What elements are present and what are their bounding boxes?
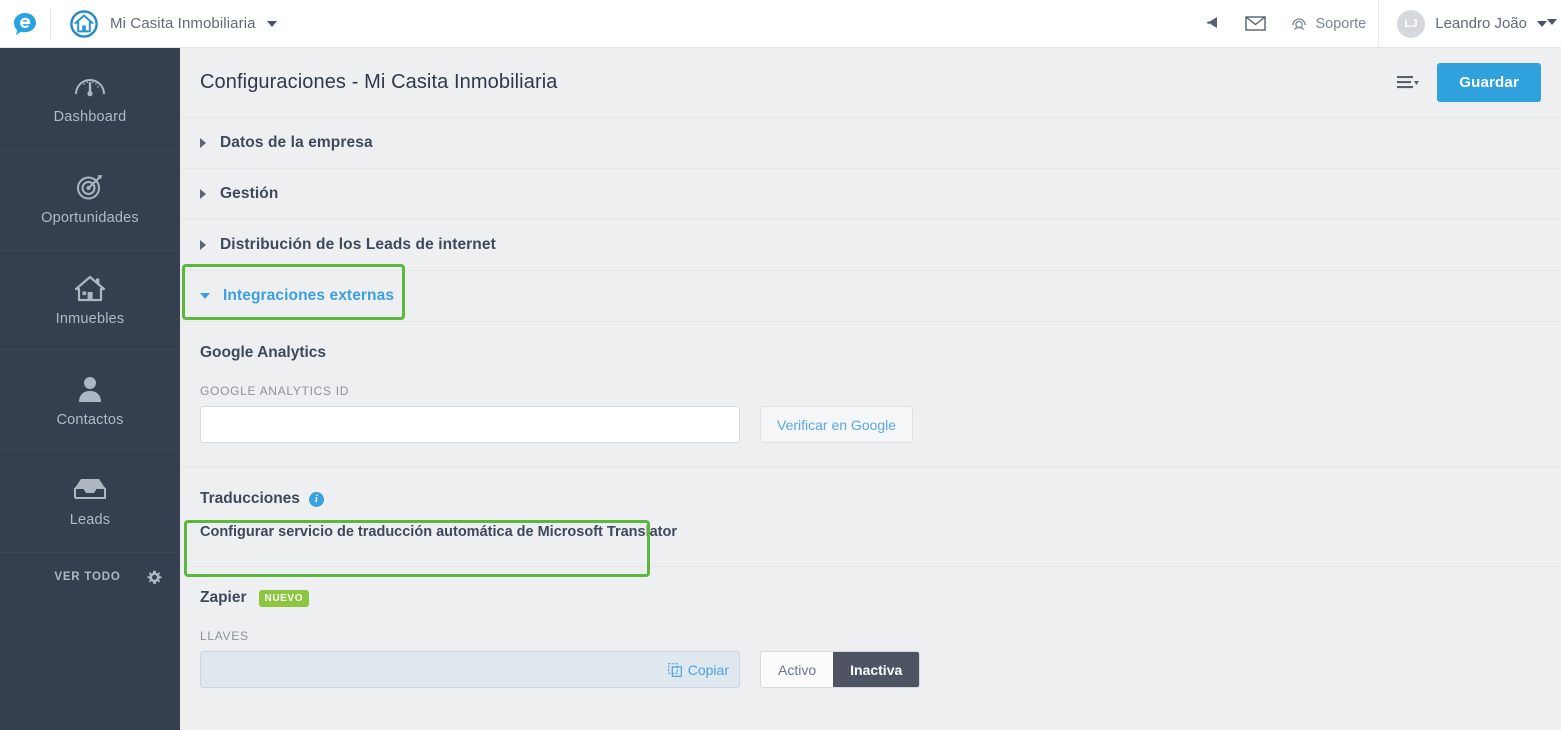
accordion-distribucion-leads[interactable]: Distribución de los Leads de internet: [180, 219, 1561, 270]
bell-icon: [1207, 17, 1218, 28]
app-logo[interactable]: [0, 11, 50, 37]
zapier-key-input[interactable]: Copiar: [200, 651, 740, 688]
accordion-datos-de-la-empresa[interactable]: Datos de la empresa: [180, 117, 1561, 168]
account-name: Mi Casita Inmobiliaria: [110, 15, 256, 32]
traducciones-section: Traducciones i Configurar servicio de tr…: [180, 467, 1561, 566]
zapier-title-text: Zapier: [200, 589, 247, 606]
sidebar-item-oportunidades[interactable]: Oportunidades: [0, 149, 180, 250]
verify-google-button[interactable]: Verificar en Google: [760, 406, 914, 443]
accordion-label: Gestión: [220, 185, 279, 202]
google-analytics-id-label: GOOGLE ANALYTICS ID: [200, 384, 350, 398]
page-header: Configuraciones - Mi Casita Inmobiliaria…: [180, 48, 1561, 117]
speech-bubble-e-logo-icon: [14, 12, 36, 35]
house-icon: [74, 275, 106, 302]
sidebar-item-label: Dashboard: [53, 109, 127, 125]
inbox-tray-icon: [74, 479, 106, 499]
accordion-integraciones-externas[interactable]: Integraciones externas: [180, 270, 1561, 321]
llaves-label: LLAVES: [200, 629, 249, 643]
accordion-label: Integraciones externas: [223, 287, 395, 304]
copy-button[interactable]: Copiar: [667, 661, 729, 678]
chevron-down-icon: [200, 293, 210, 299]
notifications-button[interactable]: [1192, 0, 1233, 48]
accordion-label: Datos de la empresa: [220, 134, 373, 151]
account-switcher[interactable]: Mi Casita Inmobiliaria: [51, 9, 277, 39]
envelope-icon: [1245, 16, 1267, 31]
main-content: Configuraciones - Mi Casita Inmobiliaria…: [180, 48, 1561, 730]
edge-caret-icon[interactable]: [1547, 19, 1557, 25]
topbar-right-actions: Soporte LJ Leandro João: [1192, 0, 1561, 48]
support-button[interactable]: Soporte: [1278, 0, 1378, 48]
caret-down-icon[interactable]: [266, 20, 277, 27]
headset-icon: [1292, 17, 1307, 30]
user-menu[interactable]: LJ Leandro João: [1378, 0, 1561, 48]
house-in-circle-logo-icon: [70, 9, 98, 38]
list-menu-icon[interactable]: [1397, 75, 1420, 90]
sidebar-footer: VER TODO: [0, 553, 180, 601]
chevron-right-icon: [200, 138, 206, 148]
accordion-gestion[interactable]: Gestión: [180, 168, 1561, 219]
zapier-title: Zapier NUEVO: [200, 567, 1541, 607]
sidebar: Dashboard Oportunidades Inmuebles Contac…: [0, 48, 180, 730]
accordion-label: Distribución de los Leads de internet: [220, 236, 496, 253]
page-header-actions: Guardar: [1397, 63, 1541, 102]
zapier-field-row: Copiar Activo Inactiva: [200, 651, 1541, 688]
sidebar-item-label: Leads: [69, 512, 111, 528]
info-icon[interactable]: i: [308, 491, 324, 507]
user-name: Leandro João: [1435, 15, 1527, 32]
sidebar-item-label: Oportunidades: [41, 210, 139, 226]
sidebar-item-contactos[interactable]: Contactos: [0, 351, 180, 452]
sidebar-item-dashboard[interactable]: Dashboard: [0, 48, 180, 149]
chevron-right-icon: [200, 189, 206, 199]
integraciones-externas-panel: Google Analytics GOOGLE ANALYTICS ID Ver…: [180, 321, 1561, 712]
list-menu-glyph: [1397, 76, 1420, 89]
page-title: Configuraciones - Mi Casita Inmobiliaria: [200, 71, 558, 93]
configure-translator-link[interactable]: Configurar servicio de traducción automá…: [200, 524, 1541, 540]
sidebar-item-label: Inmuebles: [55, 311, 125, 327]
save-button[interactable]: Guardar: [1437, 63, 1541, 102]
google-analytics-title: Google Analytics: [200, 344, 327, 361]
avatar: LJ: [1397, 9, 1426, 38]
sidebar-item-leads[interactable]: Leads: [0, 452, 180, 553]
google-analytics-field-row: Verificar en Google: [200, 406, 1541, 443]
google-analytics-id-input[interactable]: [200, 406, 740, 443]
toggle-option-activo[interactable]: Activo: [761, 652, 834, 687]
messages-button[interactable]: [1233, 0, 1278, 48]
traducciones-title-text: Traducciones: [200, 490, 300, 507]
zapier-status-toggle[interactable]: Activo Inactiva: [760, 651, 921, 688]
copy-icon: [667, 662, 682, 677]
caret-down-icon[interactable]: [1537, 20, 1547, 27]
toggle-option-inactiva[interactable]: Inactiva: [833, 652, 920, 687]
nuevo-badge: NUEVO: [258, 589, 310, 607]
copy-label: Copiar: [687, 661, 729, 678]
gear-icon[interactable]: [147, 570, 162, 585]
target-icon: [77, 175, 102, 200]
zapier-section: Zapier NUEVO LLAVES Copiar Activo Inactiv…: [180, 566, 1561, 712]
traducciones-title: Traducciones i: [200, 468, 1541, 508]
google-analytics-section: Google Analytics GOOGLE ANALYTICS ID Ver…: [180, 321, 1561, 467]
chevron-right-icon: [200, 240, 206, 250]
top-bar: Mi Casita Inmobiliaria Soporte LJ Leandr…: [0, 0, 1561, 48]
sidebar-ver-todo-link[interactable]: VER TODO: [0, 571, 147, 583]
support-label: Soporte: [1315, 15, 1367, 32]
person-icon: [79, 377, 101, 402]
sidebar-item-label: Contactos: [56, 412, 124, 428]
sidebar-item-inmuebles[interactable]: Inmuebles: [0, 250, 180, 351]
gauge-icon: [75, 79, 105, 97]
